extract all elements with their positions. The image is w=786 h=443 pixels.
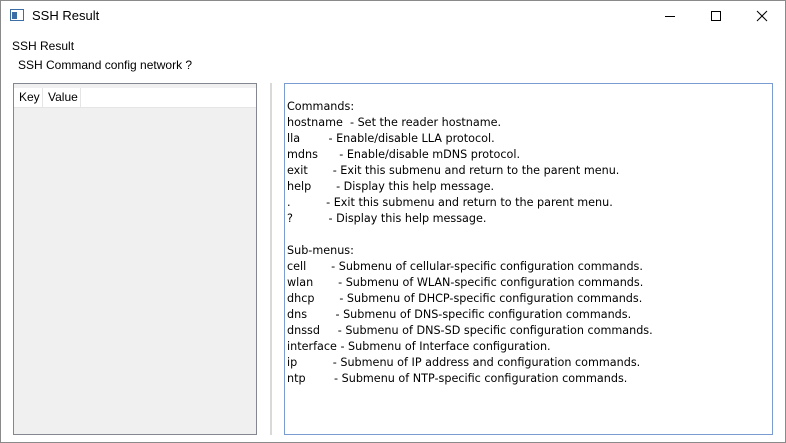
minimize-icon <box>665 16 675 17</box>
close-button[interactable] <box>739 1 785 31</box>
close-icon <box>756 10 768 22</box>
app-window-icon <box>10 9 24 21</box>
key-value-header: Key Value <box>14 88 256 108</box>
key-value-list[interactable]: Key Value <box>13 83 257 435</box>
command-label: SSH Command config network ? <box>18 58 193 72</box>
pane-splitter[interactable] <box>270 83 272 435</box>
maximize-icon <box>711 11 721 21</box>
column-header-key[interactable]: Key <box>14 88 43 107</box>
ssh-output-text: Commands: hostname - Set the reader host… <box>287 100 653 385</box>
ssh-output-textbox[interactable]: Commands: hostname - Set the reader host… <box>284 83 773 435</box>
minimize-button[interactable] <box>647 1 693 31</box>
title-bar[interactable]: SSH Result <box>1 1 785 31</box>
header-label: SSH Result <box>12 39 75 53</box>
column-header-value[interactable]: Value <box>43 88 81 107</box>
window-title: SSH Result <box>32 8 100 23</box>
maximize-button[interactable] <box>693 1 739 31</box>
